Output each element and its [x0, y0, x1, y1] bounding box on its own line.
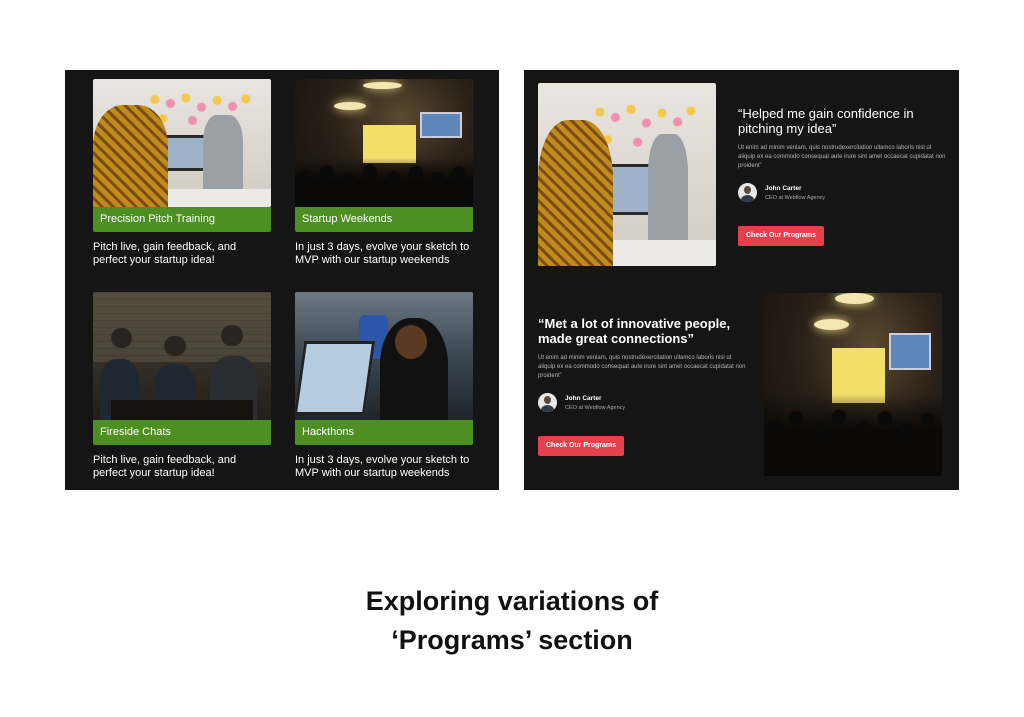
author-role: CEO at Webflow Agency [765, 194, 826, 201]
hackathons-photo [295, 292, 473, 420]
fireside-chats-photo [93, 292, 271, 420]
program-card-description: Pitch live, gain feedback, and perfect y… [93, 241, 237, 266]
avatar [738, 183, 757, 202]
startup-weekends-photo [295, 79, 473, 207]
testimonial-photo-office [538, 83, 716, 266]
program-card-title: Precision Pitch Training [93, 207, 271, 232]
program-card-description: Pitch live, gain feedback, and perfect y… [93, 454, 237, 479]
testimonial-author: John Carter CEO at Webflow Agency [738, 183, 946, 202]
program-card-description: In just 3 days, evolve your sketch to MV… [295, 241, 470, 266]
program-card-startup-weekends[interactable]: Startup Weekends In just 3 days, evolve … [295, 79, 473, 267]
check-programs-button[interactable]: Check Our Programs [738, 226, 825, 246]
author-role: CEO at Webflow Agency [565, 404, 626, 411]
program-card-title: Fireside Chats [93, 420, 271, 445]
testimonial-quote: “Met a lot of innovative people, made gr… [538, 316, 731, 346]
testimonial-author: John Carter CEO at Webflow Agency [538, 393, 748, 412]
programs-testimonial-variation: “Helped me gain confidence in pitching m… [524, 70, 959, 490]
caption-line-1: Exploring variations of [365, 586, 659, 616]
testimonial-2: “Met a lot of innovative people, made gr… [538, 316, 748, 456]
avatar [538, 393, 557, 412]
program-card-pitch-training[interactable]: Precision Pitch Training Pitch live, gai… [93, 79, 271, 267]
testimonial-body: Ut enim ad minim veniam, quis nostrudexe… [738, 145, 946, 169]
author-name: John Carter [565, 394, 602, 402]
program-card-title: Hackthons [295, 420, 473, 445]
programs-grid-variation: Precision Pitch Training Pitch live, gai… [65, 70, 499, 490]
testimonial-1: “Helped me gain confidence in pitching m… [738, 106, 946, 246]
testimonial-quote: “Helped me gain confidence in pitching m… [738, 106, 914, 136]
check-programs-button[interactable]: Check Our Programs [538, 436, 625, 456]
author-name: John Carter [765, 184, 802, 192]
program-card-hackathons[interactable]: Hackthons In just 3 days, evolve your sk… [295, 292, 473, 480]
testimonial-body: Ut enim ad minim veniam, quis nostrudexe… [538, 355, 746, 379]
pitch-training-photo [93, 79, 271, 207]
program-card-title: Startup Weekends [295, 207, 473, 232]
testimonial-photo-event [764, 293, 942, 476]
program-card-fireside-chats[interactable]: Fireside Chats Pitch live, gain feedback… [93, 292, 271, 480]
section-caption: Exploring variations of ‘Programs’ secti… [0, 582, 1024, 660]
program-card-description: In just 3 days, evolve your sketch to MV… [295, 454, 470, 479]
caption-line-2: ‘Programs’ section [391, 625, 633, 655]
